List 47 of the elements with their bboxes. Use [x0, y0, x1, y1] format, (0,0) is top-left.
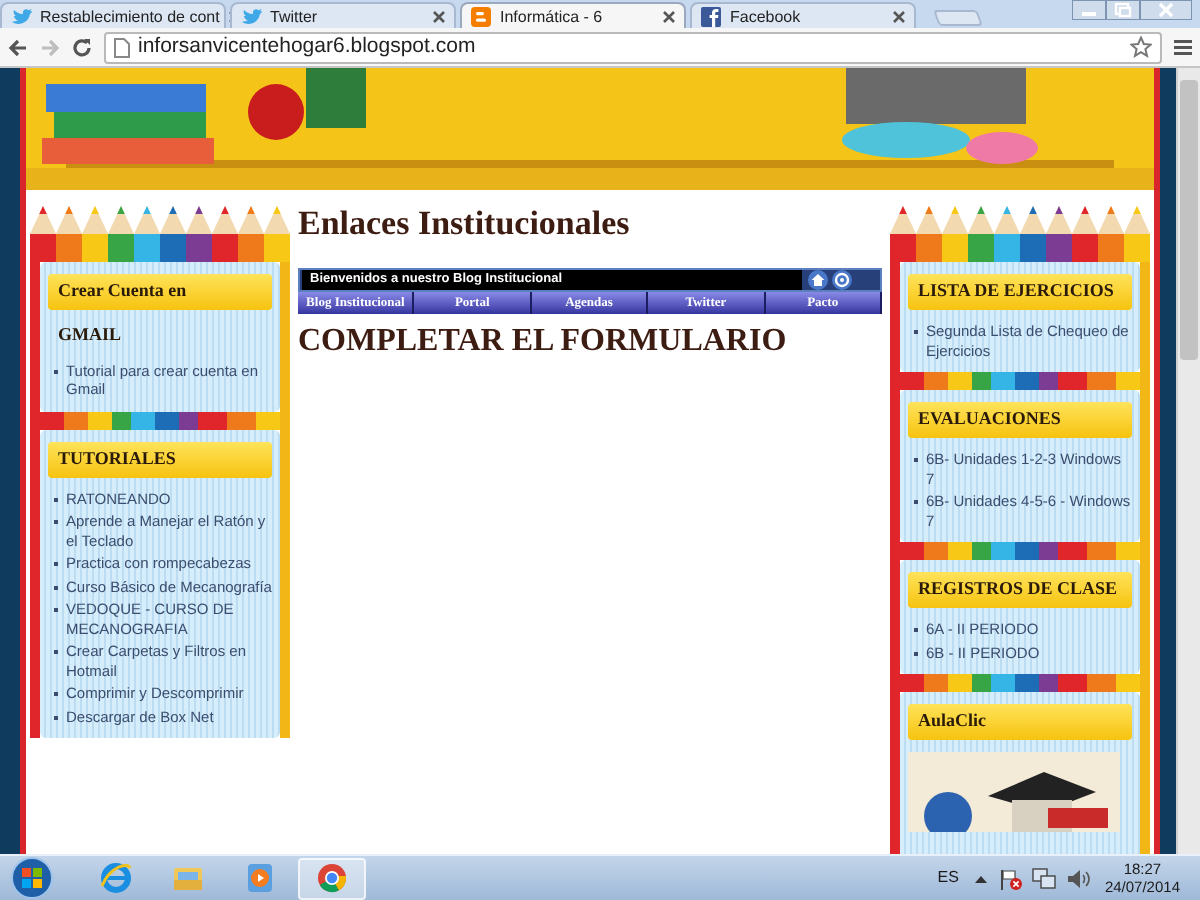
browser-tab[interactable]: Twitter: [230, 2, 456, 28]
play-icon: [244, 862, 276, 894]
home-icon[interactable]: [808, 270, 828, 290]
widget-title: EVALUACIONES: [908, 402, 1132, 438]
widget-title: AulaClic: [908, 704, 1132, 740]
widget-title: TUTORIALES: [48, 441, 272, 477]
widget-title: REGISTROS DE CLASE: [908, 572, 1132, 608]
browser-tab[interactable]: Restablecimiento de cont: [0, 2, 226, 28]
page-heading: COMPLETAR EL FORMULARIO: [298, 322, 789, 362]
widget-title: LISTA DE EJERCICIOS: [908, 274, 1132, 310]
chrome-icon: [316, 862, 348, 894]
reload-icon[interactable]: [72, 37, 92, 57]
taskbar-app-button[interactable]: [298, 857, 366, 899]
close-icon[interactable]: [432, 9, 446, 23]
menu-icon[interactable]: [1174, 38, 1192, 56]
scrollbar[interactable]: [1176, 68, 1200, 854]
bird-icon: [10, 5, 32, 27]
bird-icon: [240, 5, 262, 27]
show-hidden-icons-icon[interactable]: [974, 873, 989, 883]
address-text: inforsanvicentehogar6.blogspot.com: [138, 31, 478, 62]
tab-title: Restablecimiento de cont: [40, 5, 220, 27]
start-button-icon[interactable]: [10, 856, 54, 900]
browser-e-icon: [100, 862, 132, 894]
restore-icon[interactable]: [1106, 0, 1140, 20]
email-icon[interactable]: [832, 270, 852, 290]
page-icon: [114, 37, 130, 57]
address-bar[interactable]: inforsanvicentehogar6.blogspot.com: [104, 31, 1162, 63]
widget-title: GMAIL: [56, 322, 123, 348]
network-icon[interactable]: [1032, 867, 1057, 889]
close-icon[interactable]: [892, 9, 906, 23]
folder-icon: [172, 862, 204, 894]
back-icon[interactable]: [8, 37, 28, 57]
minimize-icon[interactable]: [1072, 0, 1106, 20]
star-icon[interactable]: [1130, 36, 1152, 58]
close-icon[interactable]: [662, 9, 676, 23]
scrollbar-thumb[interactable]: [1180, 80, 1198, 360]
blog-title: Enlaces Institucionales: [298, 204, 632, 244]
tab-title: Facebook: [730, 5, 803, 27]
tab-title: Informática - 6: [500, 5, 605, 27]
browser-tab[interactable]: Informática - 6: [460, 2, 686, 28]
language-indicator[interactable]: ES: [937, 866, 959, 890]
volume-icon[interactable]: [1066, 867, 1091, 889]
close-icon[interactable]: [1140, 0, 1192, 20]
widget-title: Crear Cuenta en: [48, 274, 272, 310]
flag-icon[interactable]: [1000, 867, 1023, 889]
browser-tab[interactable]: Facebook: [690, 2, 916, 28]
tab-title: Twitter: [270, 5, 320, 27]
